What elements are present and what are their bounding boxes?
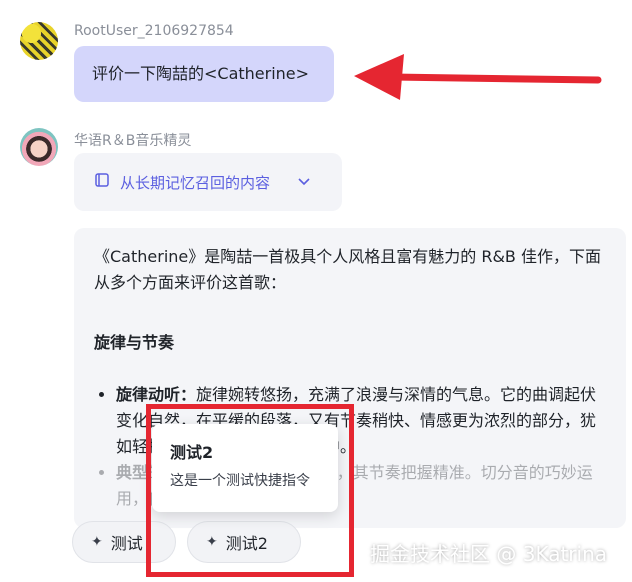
bullet-label: 旋律动听：: [116, 385, 197, 404]
annotation-arrow: [354, 54, 602, 100]
reply-section-title: 旋律与节奏: [94, 333, 175, 352]
shortcut-label: 测试: [110, 534, 143, 553]
bot-name: 华语R＆B音乐精灵: [74, 133, 192, 149]
watermark: 掘金技术社区 @ 3Katrina: [370, 542, 608, 566]
sparkle-icon: ✦: [91, 534, 103, 550]
memory-recall-label: 从长期记忆召回的内容: [120, 173, 271, 192]
chevron-down-icon: [298, 174, 310, 190]
memory-recall-toggle[interactable]: 从长期记忆召回的内容: [74, 153, 342, 211]
bot-avatar: [20, 128, 58, 166]
user-avatar: [20, 22, 58, 60]
reply-intro: 《Catherine》是陶喆一首极具个人风格且富有魅力的 R&B 佳作，下面从多…: [94, 247, 601, 292]
user-message-bubble: 评价一下陶喆的<Catherine>: [74, 46, 334, 102]
bullet-label: 典型: [116, 463, 149, 482]
annotation-highlight-box: [146, 404, 354, 577]
memory-list-icon: [94, 172, 110, 192]
user-name: RootUser_2106927854: [74, 23, 234, 39]
